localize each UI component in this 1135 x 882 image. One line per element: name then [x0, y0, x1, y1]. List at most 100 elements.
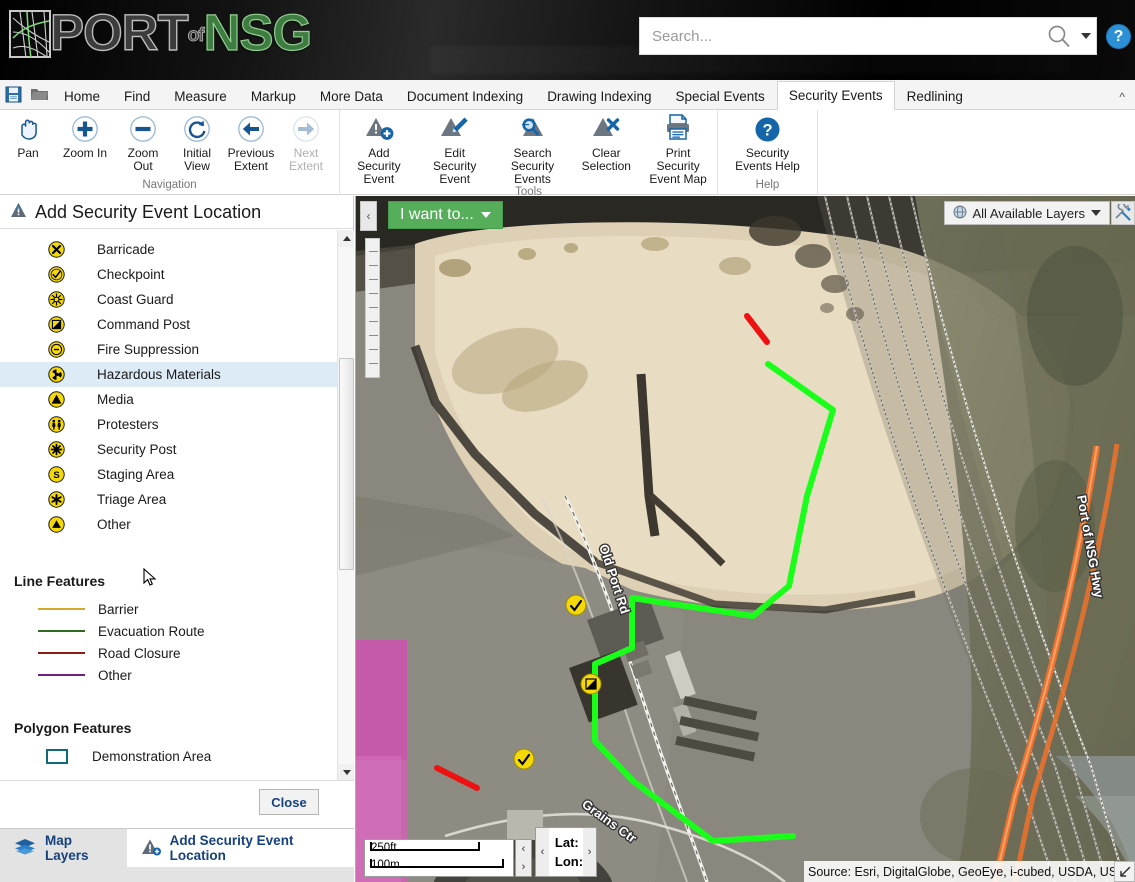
- tab-security-events[interactable]: Security Events: [776, 81, 895, 110]
- line-feature-evacuation-route[interactable]: Evacuation Route: [0, 620, 337, 642]
- feature-label: Fire Suppression: [97, 342, 200, 357]
- search-dropdown-icon[interactable]: [1076, 19, 1096, 53]
- barrier-line-swatch: [38, 608, 85, 610]
- scrollbar-thumb[interactable]: [339, 358, 354, 570]
- ribbon-group-navigation: Pan Zoom In Zoom Out Initial View Previo…: [0, 110, 340, 195]
- print-security-event-map-button[interactable]: Print Security Event Map: [639, 113, 717, 186]
- scroll-down-arrow-icon[interactable]: [338, 764, 354, 780]
- initial-view-button[interactable]: Initial View: [172, 113, 222, 179]
- feature-media[interactable]: Media: [0, 387, 337, 412]
- feature-label: Hazardous Materials: [97, 367, 221, 382]
- pan-button[interactable]: Pan: [0, 113, 56, 179]
- ribbon-spacer: [818, 110, 1135, 195]
- line-feature-barrier[interactable]: Barrier: [0, 598, 337, 620]
- coordinate-display: ‹ Lat: Lon: ›: [535, 827, 597, 877]
- feature-triage-area[interactable]: Triage Area: [0, 487, 337, 512]
- barricade-symbol-icon: [46, 241, 66, 258]
- tab-more-data[interactable]: More Data: [308, 82, 395, 109]
- security-events-help-button[interactable]: ? Security Events Help: [725, 113, 811, 179]
- tab-document-indexing[interactable]: Document Indexing: [395, 82, 535, 109]
- search-input[interactable]: [640, 19, 1042, 53]
- globe-icon: [953, 205, 967, 222]
- chevron-right-icon[interactable]: ›: [522, 861, 526, 873]
- feature-hazardous-materials[interactable]: Hazardous Materials: [0, 362, 337, 387]
- brand-bar: PORTofNSG ?: [0, 0, 1135, 80]
- other-line-swatch: [38, 674, 85, 676]
- ribbon-group-label-navigation: Navigation: [142, 179, 197, 191]
- zoom-slider[interactable]: [365, 238, 380, 378]
- feature-other-point[interactable]: Other: [0, 512, 337, 537]
- line-feature-label: Barrier: [98, 601, 139, 617]
- tab-special-events[interactable]: Special Events: [664, 82, 777, 109]
- previous-extent-button[interactable]: Previous Extent: [222, 113, 280, 179]
- search-box[interactable]: [639, 17, 1097, 55]
- chevron-left-icon[interactable]: ‹: [522, 843, 526, 855]
- feature-label: Security Post: [97, 442, 177, 457]
- tab-find[interactable]: Find: [112, 82, 162, 109]
- tab-markup[interactable]: Markup: [239, 82, 308, 109]
- line-features-heading: Line Features: [14, 573, 106, 589]
- staging-area-symbol-icon: S: [46, 466, 66, 483]
- command-post-symbol-icon: [46, 316, 66, 333]
- feature-security-post[interactable]: Security Post: [0, 437, 337, 462]
- layer-picker-dropdown[interactable]: All Available Layers: [943, 201, 1110, 225]
- search-security-events-button[interactable]: Search Security Events: [492, 113, 574, 186]
- chevron-up-icon[interactable]: ^: [1119, 90, 1125, 109]
- clear-selection-button[interactable]: Clear Selection: [573, 113, 639, 186]
- initial-view-label: Initial View: [182, 146, 211, 173]
- feature-protesters[interactable]: Protesters: [0, 412, 337, 437]
- ribbon-group-label-help: Help: [755, 179, 780, 191]
- feature-coast-guard[interactable]: Coast Guard: [0, 287, 337, 312]
- close-button[interactable]: Close: [259, 789, 319, 815]
- scale-bar-toggle[interactable]: ‹ ›: [515, 839, 532, 877]
- edit-security-event-label: Edit Security Event: [433, 146, 477, 186]
- security-events-help-label: Security Events Help: [735, 146, 800, 173]
- next-extent-button[interactable]: Next Extent: [280, 113, 332, 179]
- legend-scrollbar[interactable]: [337, 230, 354, 780]
- zoom-in-button[interactable]: Zoom In: [56, 113, 114, 179]
- plus-circle-icon: [71, 113, 99, 143]
- bottom-tab-label: Add Security Event Location: [169, 833, 294, 863]
- search-icon[interactable]: [1042, 19, 1076, 53]
- tab-drawing-indexing[interactable]: Drawing Indexing: [535, 82, 663, 109]
- tab-redlining[interactable]: Redlining: [895, 82, 975, 109]
- demonstration-area-polygon-swatch: [46, 748, 68, 764]
- feature-label: Staging Area: [97, 467, 175, 482]
- add-security-event-button[interactable]: Add Security Event: [340, 113, 418, 186]
- feature-staging-area[interactable]: S Staging Area: [0, 462, 337, 487]
- feature-checkpoint[interactable]: Checkpoint: [0, 262, 337, 287]
- feature-command-post[interactable]: Command Post: [0, 312, 337, 337]
- polygon-feature-demonstration-area[interactable]: Demonstration Area: [0, 745, 337, 767]
- panel-bottom-tabs: Map Layers Add Security Event Location: [0, 828, 354, 882]
- bottom-tab-add-security-event-location[interactable]: Add Security Event Location: [126, 829, 354, 867]
- media-symbol-icon: [46, 391, 66, 408]
- i-want-to-button[interactable]: I want to...: [388, 201, 503, 229]
- coord-prev-icon[interactable]: ‹: [536, 828, 549, 876]
- feature-label: Checkpoint: [97, 267, 165, 282]
- ribbon-toolbar: Pan Zoom In Zoom Out Initial View Previo…: [0, 110, 1135, 198]
- help-circle-icon[interactable]: ?: [1106, 24, 1131, 49]
- wrench-screwdriver-icon[interactable]: [1111, 201, 1135, 225]
- save-disk-icon[interactable]: [0, 80, 26, 108]
- line-feature-road-closure[interactable]: Road Closure: [0, 642, 337, 664]
- zoom-out-button[interactable]: Zoom Out: [114, 113, 172, 179]
- polygon-features-heading: Polygon Features: [14, 720, 132, 736]
- chevron-left-icon[interactable]: ‹: [360, 201, 377, 231]
- feature-barricade[interactable]: Barricade: [0, 237, 337, 262]
- feature-fire-suppression[interactable]: Fire Suppression: [0, 337, 337, 362]
- help-circle-icon: ?: [754, 113, 781, 143]
- folder-open-icon[interactable]: [26, 80, 52, 108]
- tab-home[interactable]: Home: [52, 82, 112, 109]
- tab-measure[interactable]: Measure: [162, 82, 239, 109]
- feature-label: Barricade: [97, 242, 155, 257]
- search-security-events-label: Search Security Events: [510, 146, 555, 186]
- bottom-tab-map-layers[interactable]: Map Layers: [0, 829, 127, 867]
- map-viewport[interactable]: Old Port Rd Grains Ctr Port of NSG Hwy ‹…: [355, 196, 1135, 882]
- coord-next-icon[interactable]: ›: [583, 828, 596, 876]
- scroll-up-arrow-icon[interactable]: [338, 230, 354, 247]
- resize-grip-icon[interactable]: [1114, 861, 1135, 882]
- edit-security-event-button[interactable]: Edit Security Event: [418, 113, 492, 186]
- feature-label: Triage Area: [97, 492, 167, 507]
- line-feature-other[interactable]: Other: [0, 664, 337, 686]
- road-closure-line-swatch: [38, 652, 85, 654]
